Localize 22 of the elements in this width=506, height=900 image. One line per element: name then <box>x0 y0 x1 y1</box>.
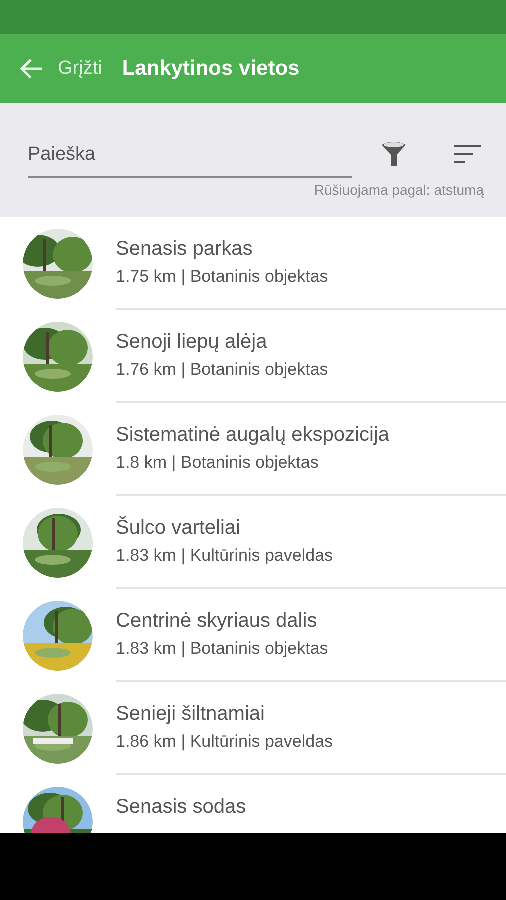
place-item[interactable]: Senieji šiltnamiai 1.86 km | Kultūrinis paveldas <box>0 682 506 775</box>
place-title: Senoji liepų alėja <box>116 331 268 354</box>
back-arrow-icon <box>20 58 44 80</box>
place-item[interactable]: Centrinė skyriaus dalis 1.83 km | Botaninis objektas <box>0 589 506 682</box>
place-details: 1.8 km | Botaninis objektas <box>116 453 320 473</box>
screen-title: Lankytinos vietos <box>122 56 300 80</box>
place-title: Senasis parkas <box>116 238 254 261</box>
place-details: 1.83 km | Botaninis objektas <box>116 639 330 659</box>
place-item[interactable]: Šulco varteliai 1.83 km | Kultūrinis paveldas <box>0 496 506 589</box>
place-item[interactable]: Senasis parkas 1.75 km | Botaninis objektas <box>0 217 506 310</box>
place-title: Sistematinė augalų ekspozicija <box>116 424 390 447</box>
sort-note: Rūšiuojama pagal: atstumą <box>314 182 484 198</box>
place-details: 1.75 km | Botaninis objektas <box>116 267 330 287</box>
place-title: Senieji šiltnamiai <box>116 703 266 726</box>
place-title: Centrinė skyriaus dalis <box>116 610 318 633</box>
place-title: Senasis sodas <box>116 796 248 819</box>
place-item[interactable]: Sistematinė augalų ekspozicija 1.8 km | Botaninis objektas <box>0 403 506 496</box>
place-details: 1.86 km | Kultūrinis paveldas <box>116 732 334 752</box>
place-item[interactable]: Senoji liepų alėja 1.76 km | Botaninis objektas <box>0 310 506 403</box>
place-details: 1.83 km | Kultūrinis paveldas <box>116 546 334 566</box>
place-title: Šulco varteliai <box>116 517 242 540</box>
place-details: 1.76 km | Botaninis objektas <box>116 360 330 380</box>
